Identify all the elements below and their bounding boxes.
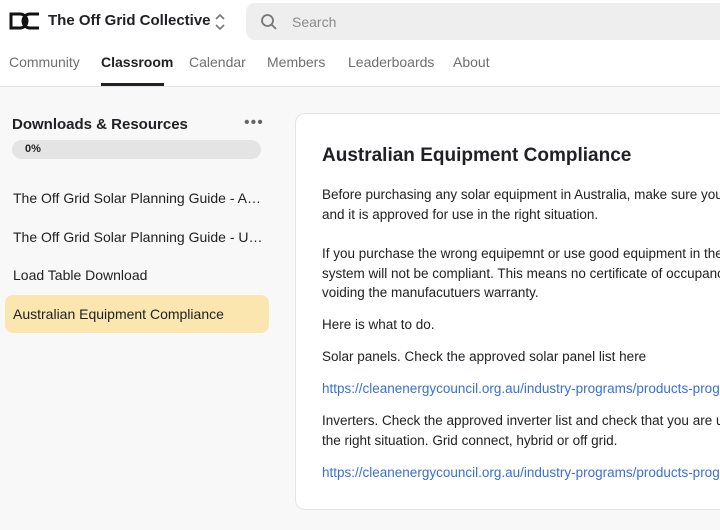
dc-logo-icon[interactable] [9,12,41,30]
lesson-paragraph: Solar panels. Check the approved solar p… [322,347,720,367]
lesson-paragraph: Inverters. Check the approved inverter l… [322,411,720,450]
paragraph-line: voiding the manufacutuers warranty. [322,285,539,300]
tab-about[interactable]: About [453,54,490,70]
paragraph-line: Solar panels. Check the approved solar p… [322,349,647,364]
tab-calendar[interactable]: Calendar [189,54,246,70]
paragraph-line: the right situation. Grid connect, hybri… [322,432,618,448]
paragraph-line: Before purchasing any solar equipment in… [322,187,720,202]
course-progress-bar: 0% [12,140,261,159]
active-tab-indicator [101,83,164,86]
lesson-paragraph: Here is what to do. [322,315,720,335]
paragraph-line: and it is approved for use in the right … [322,206,599,222]
tab-classroom[interactable]: Classroom [101,54,173,70]
lesson-paragraph: https://cleanenergycouncil.org.au/indust… [322,463,720,483]
search-icon [261,14,277,30]
community-name[interactable]: The Off Grid Collective [48,12,211,29]
lesson-content-card: Australian Equipment Compliance Before p… [295,113,720,510]
paragraph-line: Inverters. Check the approved inverter l… [322,413,720,428]
lesson-item[interactable]: The Off Grid Solar Planning Guide - USA [5,218,269,256]
lesson-paragraph: Before purchasing any solar equipment in… [322,185,720,224]
top-header: The Off Grid Collective Community Classr… [0,0,720,87]
paragraph-line: If you purchase the wrong equipemnt or u… [322,246,720,261]
lesson-label: Australian Equipment Compliance [13,306,224,322]
course-title: Downloads & Resources [12,116,188,133]
inverter-list-link[interactable]: https://cleanenergycouncil.org.au/indust… [322,465,720,480]
lesson-label: Load Table Download [13,267,148,283]
lesson-label: The Off Grid Solar Planning Guide - USA [13,229,263,245]
search-input[interactable] [290,11,694,33]
tab-community[interactable]: Community [9,54,80,70]
lesson-item-active[interactable]: Australian Equipment Compliance [5,295,269,333]
lesson-paragraph: If you purchase the wrong equipemnt or u… [322,244,720,303]
lesson-label: The Off Grid Solar Planning Guide - Aust… [13,190,263,206]
search-bar[interactable] [246,3,720,40]
progress-label: 0% [25,143,41,155]
lesson-item[interactable]: The Off Grid Solar Planning Guide - Aust… [5,179,269,217]
lesson-item[interactable]: Load Table Download [5,256,269,294]
tab-members[interactable]: Members [267,54,325,70]
solar-panel-list-link[interactable]: https://cleanenergycouncil.org.au/indust… [322,381,720,396]
tab-leaderboards[interactable]: Leaderboards [348,54,434,70]
paragraph-line: Here is what to do. [322,317,435,332]
paragraph-line: system will not be compliant. This means… [322,265,720,281]
lesson-paragraph: https://cleanenergycouncil.org.au/indust… [322,379,720,399]
more-horizontal-icon[interactable]: ••• [244,114,264,132]
lesson-title: Australian Equipment Compliance [322,145,632,166]
chevron-up-down-icon[interactable] [211,11,229,33]
